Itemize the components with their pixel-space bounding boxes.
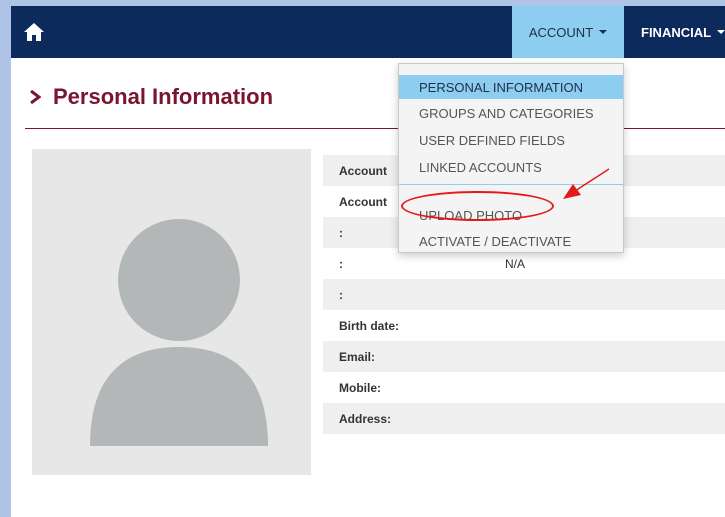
detail-value: N/A bbox=[505, 256, 526, 271]
detail-label: : bbox=[339, 287, 343, 302]
detail-row: Mobile: bbox=[323, 372, 725, 403]
menu-item-activate-deactivate[interactable]: ACTIVATE / DEACTIVATE bbox=[399, 229, 623, 253]
chevron-right-icon bbox=[30, 90, 41, 104]
detail-label: : bbox=[339, 256, 343, 271]
page-title: Personal Information bbox=[53, 84, 274, 109]
menu-item-personal-information[interactable]: PERSONAL INFORMATION bbox=[399, 75, 623, 99]
financial-menu-label: FINANCIAL bbox=[641, 24, 712, 40]
detail-label: Email: bbox=[339, 349, 376, 364]
financial-menu-button[interactable]: FINANCIAL bbox=[641, 6, 725, 58]
detail-row: Address: bbox=[323, 403, 725, 434]
detail-row: : bbox=[323, 279, 725, 310]
detail-row: Birth date: bbox=[323, 310, 725, 341]
menu-item-user-defined-fields[interactable]: USER DEFINED FIELDS bbox=[399, 128, 623, 152]
detail-row: Email: bbox=[323, 341, 725, 372]
menu-item-linked-accounts[interactable]: LINKED ACCOUNTS bbox=[399, 155, 623, 179]
detail-label: Birth date: bbox=[339, 318, 399, 333]
account-dropdown-menu: PERSONAL INFORMATION GROUPS AND CATEGORI… bbox=[398, 63, 624, 253]
caret-down-icon bbox=[599, 30, 608, 34]
app-frame: ACCOUNT FINANCIAL Personal Information A… bbox=[11, 6, 725, 517]
menu-item-groups-and-categories[interactable]: GROUPS AND CATEGORIES bbox=[399, 101, 623, 125]
caret-down-icon bbox=[717, 30, 725, 34]
top-navbar: ACCOUNT FINANCIAL bbox=[11, 6, 725, 58]
menu-item-upload-photo[interactable]: UPLOAD PHOTO bbox=[399, 203, 623, 227]
avatar-placeholder-icon bbox=[32, 149, 311, 475]
account-menu-button[interactable]: ACCOUNT bbox=[512, 6, 624, 58]
menu-divider bbox=[399, 184, 623, 185]
account-menu-label: ACCOUNT bbox=[528, 24, 594, 40]
detail-label: Mobile: bbox=[339, 380, 381, 395]
home-icon[interactable] bbox=[23, 22, 45, 42]
page-header: Personal Information bbox=[29, 84, 273, 110]
detail-label: Address: bbox=[339, 411, 392, 426]
